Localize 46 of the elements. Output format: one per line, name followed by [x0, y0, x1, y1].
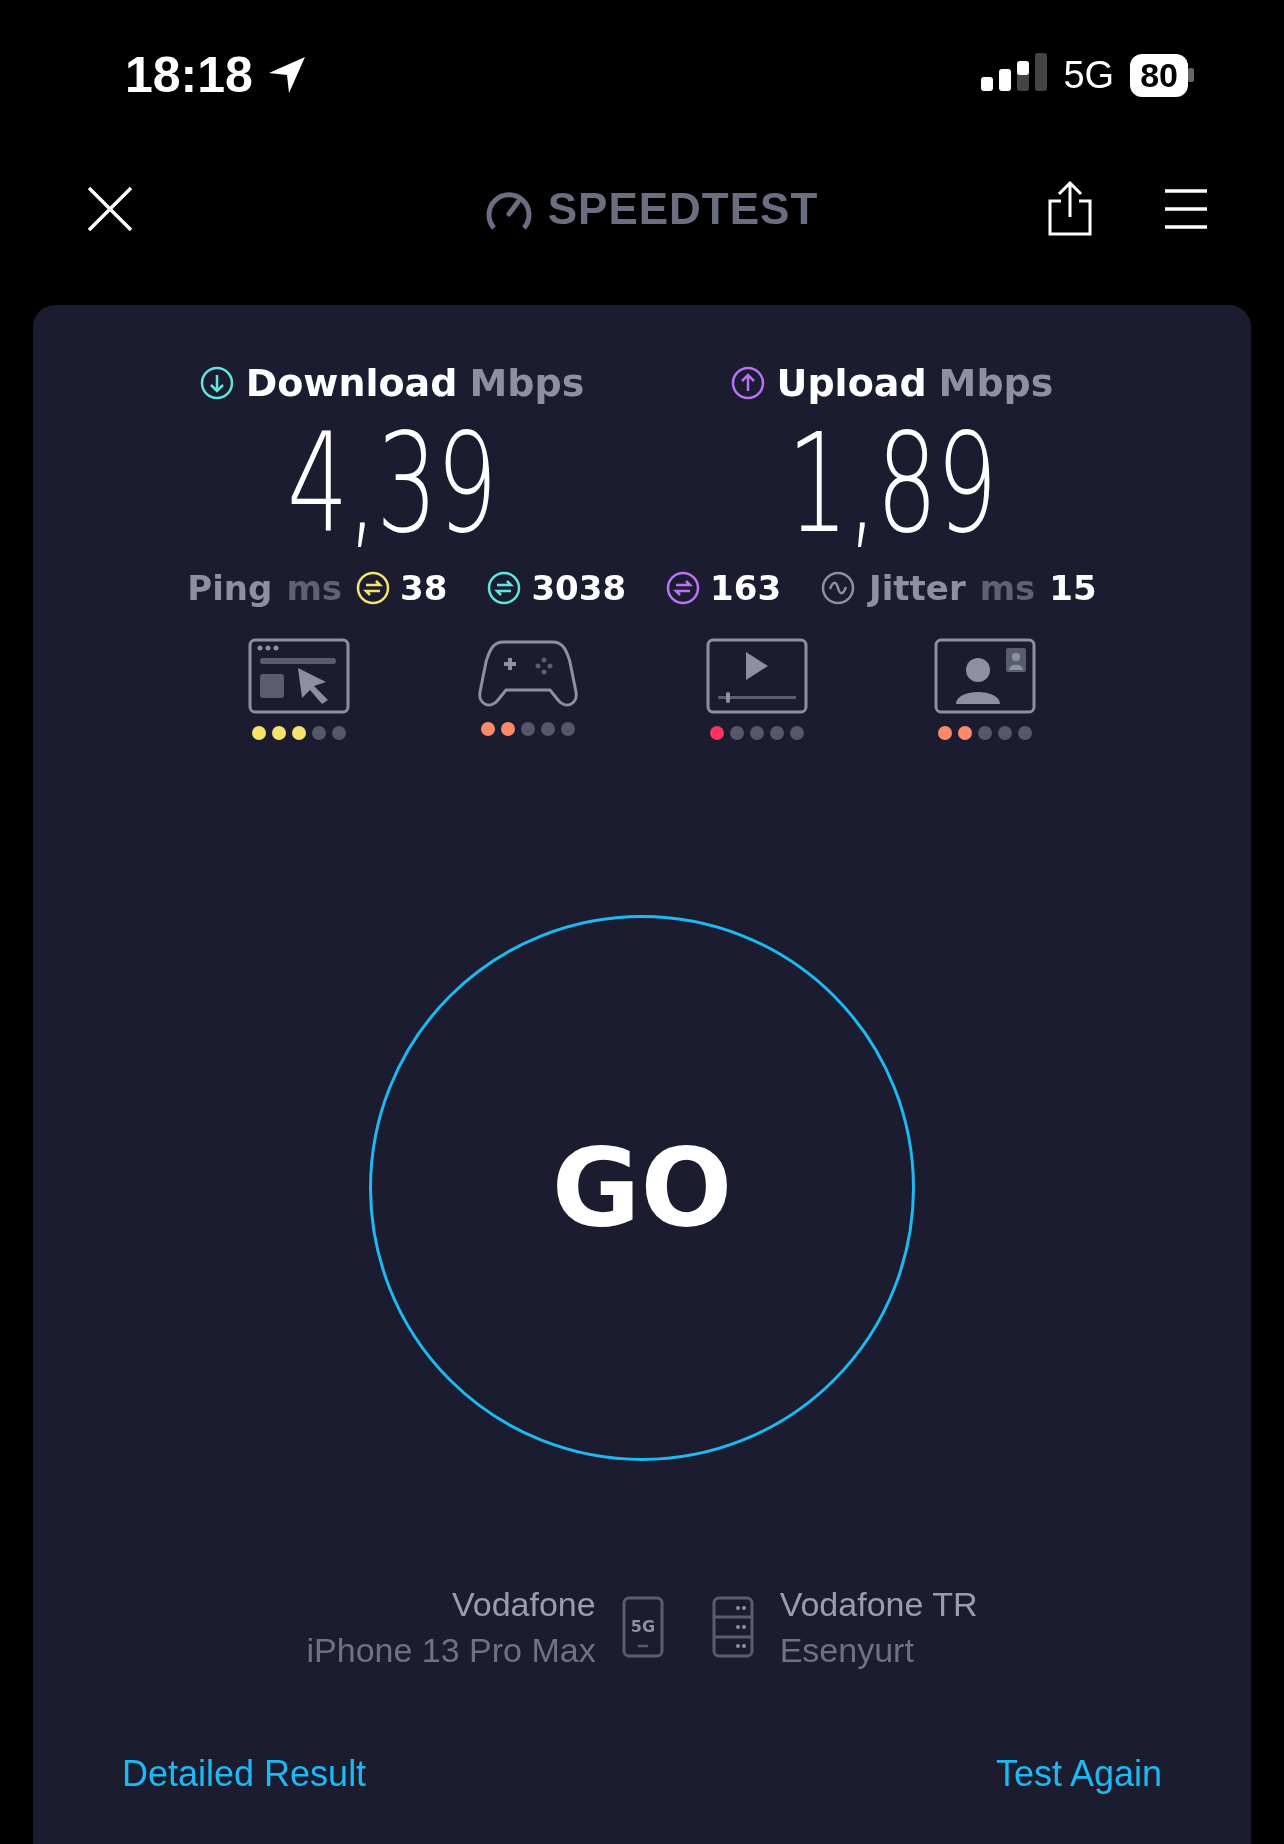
provider-name: Vodafone	[451, 1583, 596, 1625]
rating-dot	[561, 721, 575, 736]
share-button[interactable]	[1047, 180, 1093, 237]
rating-dot	[730, 725, 744, 740]
video-call-icon	[934, 637, 1036, 714]
network-type: 5G	[1063, 53, 1115, 97]
rating-dot	[978, 725, 992, 740]
rating-dot	[998, 725, 1012, 740]
battery-tip-icon	[1188, 68, 1194, 82]
jitter-value: 15	[1049, 567, 1097, 608]
browser-cursor-icon	[248, 637, 350, 714]
status-time: 18:18	[125, 46, 253, 104]
rating-dot	[521, 721, 535, 736]
rating-dot	[312, 725, 326, 740]
server-icon	[711, 1595, 754, 1658]
battery-level: 80	[1130, 53, 1188, 97]
video-player-icon	[706, 637, 808, 714]
ping-unit: ms	[286, 567, 343, 608]
rating-dot	[750, 725, 764, 740]
result-label: Download	[245, 361, 458, 405]
menu-button[interactable]	[1163, 186, 1209, 231]
result-label: Upload	[776, 361, 927, 405]
server-location: Esenyurt	[779, 1629, 914, 1671]
ping-value: 163	[710, 567, 782, 608]
jitter-label: Jitter	[869, 567, 966, 608]
rating-dot	[1018, 725, 1032, 740]
result-link[interactable]: Detailed Result	[122, 1752, 367, 1795]
ping-label: Ping	[187, 567, 273, 608]
device-name: iPhone 13 Pro Max	[306, 1629, 596, 1671]
ping-value: 3038	[531, 567, 627, 608]
result-link[interactable]: Test Again	[995, 1752, 1162, 1795]
ping-value: 38	[400, 567, 448, 608]
rating-dot	[332, 725, 346, 740]
app-logo: SPEEDTEST	[547, 183, 819, 234]
phone-icon: 5G	[621, 1595, 664, 1658]
wave-icon	[821, 570, 856, 605]
rating-dot	[770, 725, 784, 740]
jitter-unit: ms	[979, 567, 1036, 608]
result-value: 1,89	[787, 405, 997, 564]
rating-dot	[541, 721, 555, 736]
result-unit: Mbps	[938, 361, 1054, 405]
server-name: Vodafone TR	[779, 1583, 978, 1625]
go-button[interactable]: GO	[369, 914, 915, 1461]
result-unit: Mbps	[469, 361, 585, 405]
result-value: 4,39	[287, 405, 497, 564]
rating-dot	[790, 725, 804, 740]
